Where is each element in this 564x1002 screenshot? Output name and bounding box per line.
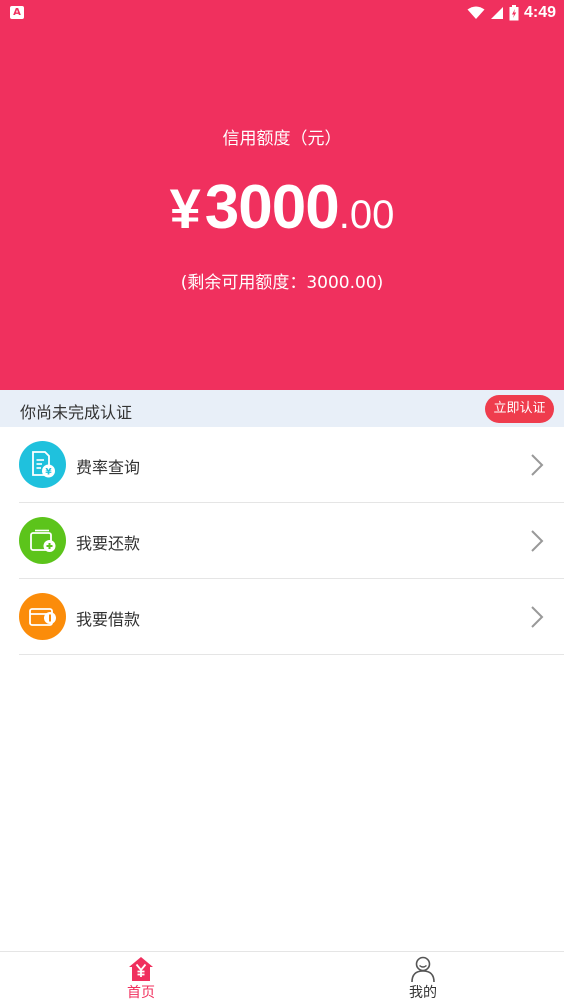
repay-icon xyxy=(19,517,66,564)
menu-item-borrow[interactable]: 我要借款 xyxy=(0,579,564,655)
remaining-credit: (剩余可用额度：3000.00) xyxy=(180,273,384,293)
credit-amount: ¥3000.00 xyxy=(0,172,564,243)
menu-label: 费率查询 xyxy=(76,458,141,477)
signal-icon xyxy=(490,7,503,19)
tab-label: 首页 xyxy=(127,985,155,1001)
rate-query-icon: ¥ xyxy=(19,441,66,488)
notice-text: 你尚未完成认证 xyxy=(20,403,133,422)
tab-mine[interactable]: 我的 xyxy=(282,952,564,1002)
chevron-right-icon xyxy=(531,606,544,628)
currency-symbol: ¥ xyxy=(169,177,201,240)
app-notification-icon: A xyxy=(10,6,24,19)
credit-header: A 4:49 信用额度（元） ¥3000.00 (剩余可用额度：3000.00) xyxy=(0,0,564,390)
svg-text:¥: ¥ xyxy=(45,467,52,477)
wifi-icon xyxy=(467,6,485,19)
chevron-right-icon xyxy=(531,530,544,552)
tab-label: 我的 xyxy=(409,985,437,1001)
borrow-icon xyxy=(19,593,66,640)
verify-now-button[interactable]: 立即认证 xyxy=(485,395,554,423)
menu-item-repay[interactable]: 我要还款 xyxy=(0,503,564,579)
divider xyxy=(19,654,564,655)
menu-label: 我要借款 xyxy=(76,610,141,629)
menu-item-rate-query[interactable]: ¥ 费率查询 xyxy=(0,427,564,503)
clock: 4:49 xyxy=(523,4,556,21)
credit-limit-label: 信用额度（元） xyxy=(222,129,342,149)
amount-integer: 3000 xyxy=(204,173,340,242)
home-icon xyxy=(129,957,153,981)
status-bar: A 4:49 xyxy=(0,0,564,26)
status-icons: 4:49 xyxy=(467,3,556,23)
menu-label: 我要还款 xyxy=(76,534,141,553)
bottom-tab-bar: 首页 我的 xyxy=(0,951,564,1002)
chevron-right-icon xyxy=(531,454,544,476)
battery-icon xyxy=(509,5,519,21)
amount-decimal: .00 xyxy=(338,193,395,237)
tab-home[interactable]: 首页 xyxy=(0,952,282,1002)
user-icon xyxy=(411,956,435,983)
verification-notice: 你尚未完成认证 xyxy=(0,390,564,427)
